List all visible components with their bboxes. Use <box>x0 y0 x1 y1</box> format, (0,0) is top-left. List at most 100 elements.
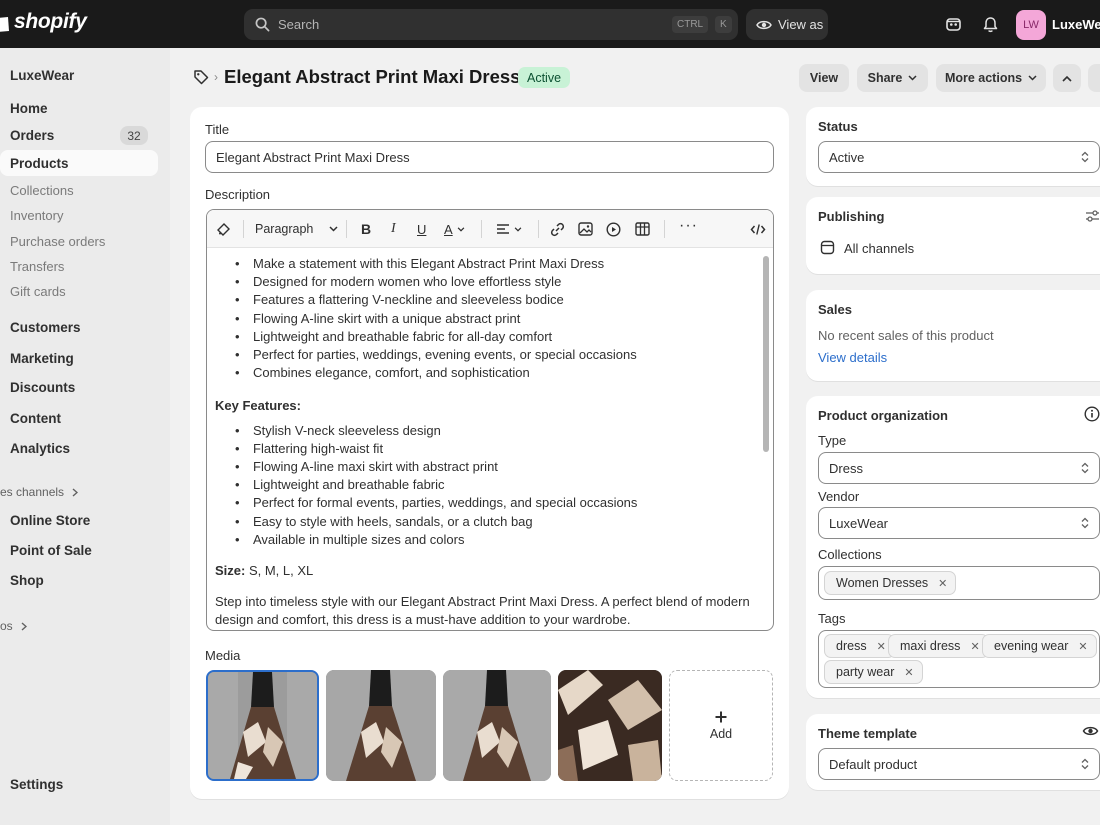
logo-text: shopify <box>14 10 87 33</box>
tag-chip[interactable]: evening wear ✕ <box>982 634 1097 658</box>
list-item: Flowing A-line skirt with a unique abstr… <box>235 310 763 328</box>
status-select[interactable]: Active <box>818 141 1100 173</box>
sidebar-item-marketing[interactable]: Marketing <box>0 345 158 371</box>
sidebar-item-content[interactable]: Content <box>0 405 158 431</box>
sidebar-item-label: Analytics <box>10 440 71 456</box>
bold-icon[interactable]: B <box>361 220 371 238</box>
sidebar-item-shop[interactable]: Shop <box>0 567 158 593</box>
sidebar-item-gift-cards[interactable]: Gift cards <box>0 278 158 304</box>
collection-tag[interactable]: Women Dresses ✕ <box>824 571 957 595</box>
sidebar-item-label: Shop <box>10 572 44 588</box>
paragraph-format-select[interactable]: Paragraph <box>255 220 338 238</box>
sidebar-item-customers[interactable]: Customers <box>0 314 158 340</box>
view-as-button[interactable]: View as <box>746 9 828 40</box>
tag-chip[interactable]: party wear ✕ <box>824 660 923 684</box>
tag-icon[interactable] <box>193 69 209 88</box>
view-details-link[interactable]: View details <box>818 350 887 365</box>
sales-channels-header[interactable]: es channels <box>0 485 79 499</box>
tag-chip[interactable]: maxi dress ✕ <box>888 634 989 658</box>
editor-content[interactable]: Make a statement with this Elegant Abstr… <box>215 248 763 630</box>
code-view-icon[interactable] <box>750 220 766 238</box>
type-select[interactable]: Dress <box>818 452 1100 484</box>
media-thumbnail[interactable] <box>206 670 319 781</box>
tags-input[interactable]: dress ✕ maxi dress ✕ evening wear ✕ party w… <box>818 630 1100 688</box>
theme-template-select[interactable]: Default product <box>818 748 1100 780</box>
collections-input[interactable]: Women Dresses ✕ <box>818 566 1100 600</box>
bell-icon[interactable] <box>980 14 1000 34</box>
remove-icon[interactable]: ✕ <box>1078 640 1087 653</box>
store-menu-button[interactable]: LW LuxeWear <box>1016 9 1100 40</box>
description-editor[interactable]: Paragraph B I U A ··· • Make a statement… <box>206 209 774 631</box>
media-thumbnail[interactable] <box>443 670 551 781</box>
video-icon[interactable] <box>606 220 621 238</box>
previous-product-button[interactable] <box>1053 64 1081 92</box>
settings-sliders-icon[interactable] <box>1085 209 1100 226</box>
title-input[interactable]: Elegant Abstract Print Maxi Dress <box>205 141 774 173</box>
sidebar-item-settings[interactable]: Settings <box>0 771 158 797</box>
sidebar-item-purchase-orders[interactable]: Purchase orders <box>0 228 158 254</box>
list-item: Easy to style with heels, sandals, or a … <box>235 513 763 531</box>
sidebar-item-orders[interactable]: Orders 32 <box>0 122 158 148</box>
image-icon[interactable] <box>578 220 593 238</box>
scrollbar-thumb[interactable] <box>763 256 769 452</box>
media-thumbnail[interactable] <box>558 670 662 781</box>
sidebar-item-products[interactable]: Products <box>0 150 158 176</box>
add-media-label: Add <box>709 726 733 741</box>
media-thumbnail[interactable] <box>326 670 436 781</box>
next-product-button[interactable] <box>1088 64 1100 92</box>
dress-photo-icon <box>443 670 551 781</box>
list-item: Perfect for parties, weddings, evening e… <box>235 346 763 364</box>
sidebar-item-home[interactable]: Home <box>0 95 158 121</box>
share-button[interactable]: Share <box>857 64 928 92</box>
shopify-logo[interactable]: shopify <box>0 10 87 34</box>
list-item: Combines elegance, comfort, and sophisti… <box>235 364 763 382</box>
list-item: Features a flattering V-neckline and sle… <box>235 291 763 309</box>
channels-icon <box>820 240 835 258</box>
remove-icon[interactable]: ✕ <box>938 577 947 590</box>
sidebar-item-analytics[interactable]: Analytics <box>0 435 158 461</box>
vendor-label: Vendor <box>818 489 860 504</box>
list-item: Flattering high-waist fit <box>235 440 763 458</box>
align-icon[interactable] <box>496 220 522 238</box>
size-value: S, M, L, XL <box>245 563 314 579</box>
table-icon[interactable] <box>635 220 650 238</box>
search-bar[interactable]: Search CTRL K <box>244 9 738 40</box>
page-header: › Elegant Abstract Print Maxi Dress Acti… <box>190 60 1100 94</box>
tag-chip[interactable]: dress ✕ <box>824 634 895 658</box>
remove-icon[interactable]: ✕ <box>904 666 913 679</box>
fabric-print-icon <box>558 670 662 781</box>
size-line: Size: S, M, L, XL <box>215 562 763 580</box>
sidebar-store-name[interactable]: LuxeWear <box>0 62 158 88</box>
dress-photo-icon <box>208 672 317 779</box>
remove-icon[interactable]: ✕ <box>970 640 979 653</box>
sidekick-icon[interactable] <box>943 14 963 34</box>
italic-icon[interactable]: I <box>391 220 396 238</box>
more-actions-button[interactable]: More actions <box>936 64 1046 92</box>
remove-icon[interactable]: ✕ <box>877 640 886 653</box>
underline-icon[interactable]: U <box>417 220 426 238</box>
list-item: Lightweight and breathable fabric <box>235 476 763 494</box>
sidebar-item-online-store[interactable]: Online Store <box>0 507 158 533</box>
sidebar-item-inventory[interactable]: Inventory <box>0 202 158 228</box>
sales-card: Sales No recent sales of this product Vi… <box>806 290 1100 381</box>
eye-icon[interactable] <box>1082 725 1099 740</box>
vendor-select[interactable]: LuxeWear <box>818 507 1100 539</box>
tags-label: Tags <box>818 611 846 626</box>
sidebar-item-collections[interactable]: Collections <box>0 177 158 203</box>
apps-header[interactable]: os <box>0 619 27 633</box>
add-media-button[interactable]: Add <box>669 670 773 781</box>
editor-scrollbar[interactable] <box>763 252 769 628</box>
size-label: Size: <box>215 563 246 579</box>
magic-icon[interactable] <box>216 220 231 238</box>
more-options-icon[interactable]: ··· <box>679 217 698 235</box>
sidebar-item-transfers[interactable]: Transfers <box>0 253 158 279</box>
select-arrows-icon <box>1081 758 1089 770</box>
list-item: Make a statement with this Elegant Abstr… <box>235 255 763 273</box>
link-icon[interactable] <box>550 220 565 238</box>
sidebar-item-point-of-sale[interactable]: Point of Sale <box>0 537 158 563</box>
view-button[interactable]: View <box>799 64 849 92</box>
text-color-icon[interactable]: A <box>444 220 465 238</box>
sidebar-item-label: Transfers <box>10 258 65 274</box>
info-icon[interactable] <box>1084 406 1100 425</box>
sidebar-item-discounts[interactable]: Discounts <box>0 374 158 400</box>
